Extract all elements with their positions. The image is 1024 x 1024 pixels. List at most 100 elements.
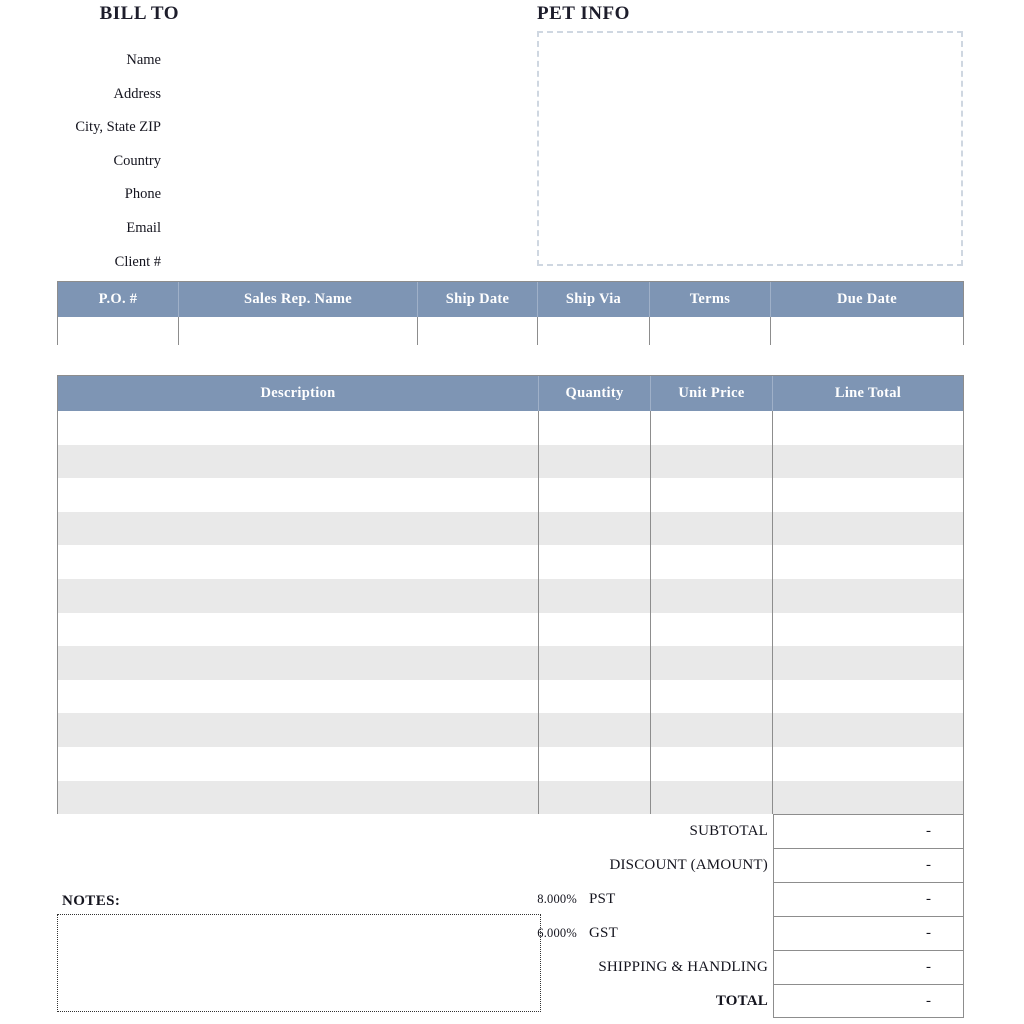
totals-rate-gst[interactable]: 6.000% (537, 926, 577, 941)
header-quantity: Quantity (539, 376, 651, 411)
pet-info-input[interactable] (537, 31, 963, 266)
cell-line-total[interactable] (773, 512, 963, 546)
cell-quantity[interactable] (539, 411, 651, 445)
cell-description[interactable] (58, 780, 539, 815)
header-sales-rep-name: Sales Rep. Name (179, 282, 418, 317)
bill-to-field-country: Country (113, 152, 161, 169)
table-row (58, 545, 963, 579)
cell-sales-rep-name[interactable] (179, 317, 418, 345)
notes-input[interactable] (57, 914, 541, 1012)
bill-to-field-email: Email (126, 219, 161, 236)
header-po-number: P.O. # (58, 282, 179, 317)
totals-value-pst[interactable]: - (773, 882, 964, 916)
header-line-total: Line Total (834, 385, 902, 401)
cell-quantity[interactable] (539, 545, 651, 579)
table-row (58, 511, 963, 546)
cell-due-date[interactable] (771, 317, 963, 345)
cell-line-total[interactable] (773, 545, 963, 579)
table-row (58, 679, 963, 714)
cell-unit-price[interactable] (651, 746, 773, 781)
cell-unit-price[interactable] (651, 478, 773, 512)
cell-description[interactable] (58, 612, 539, 647)
totals-rate-pst[interactable]: 8.000% (537, 892, 577, 907)
cell-unit-price[interactable] (651, 713, 773, 747)
line-items-table: Description Quantity Unit Price Line Tot… (57, 375, 964, 815)
cell-quantity[interactable] (539, 578, 651, 613)
totals-row-subtotal: SUBTOTAL - (537, 814, 964, 848)
cell-quantity[interactable] (539, 780, 651, 815)
bill-to-heading: BILL TO (99, 3, 179, 24)
cell-ship-via[interactable] (538, 317, 650, 345)
totals-row-shipping-handling: SHIPPING & HANDLING - (537, 950, 964, 984)
cell-line-total[interactable] (773, 411, 963, 445)
totals-value-total[interactable]: - (773, 984, 964, 1018)
table-row (58, 411, 963, 445)
totals-label-discount-amount: DISCOUNT (AMOUNT) (609, 856, 768, 873)
bill-to-field-client-number: Client # (114, 253, 161, 270)
bill-to-field-name: Name (126, 52, 161, 68)
cell-unit-price[interactable] (651, 511, 773, 546)
cell-quantity[interactable] (539, 679, 651, 714)
totals-value-shipping-handling[interactable]: - (773, 950, 964, 984)
cell-description[interactable] (58, 545, 539, 579)
table-row (58, 444, 963, 479)
cell-quantity[interactable] (539, 713, 651, 747)
cell-unit-price[interactable] (651, 780, 773, 815)
totals-label-total: TOTAL (715, 992, 768, 1009)
cell-line-total[interactable] (773, 747, 963, 781)
totals-value-subtotal[interactable]: - (773, 814, 964, 848)
cell-description[interactable] (58, 679, 539, 714)
cell-unit-price[interactable] (651, 444, 773, 479)
bill-to-field-list: Name Address City, State ZIP Country Pho… (0, 44, 161, 279)
cell-description[interactable] (58, 713, 539, 747)
cell-terms[interactable] (650, 317, 771, 345)
cell-description[interactable] (58, 578, 539, 613)
cell-po-number[interactable] (58, 317, 179, 345)
cell-line-total[interactable] (773, 613, 963, 647)
cell-quantity[interactable] (539, 746, 651, 781)
cell-description[interactable] (58, 444, 539, 479)
bill-to-field-phone: Phone (124, 186, 161, 203)
cell-description[interactable] (58, 511, 539, 546)
totals-label-shipping-handling: SHIPPING & HANDLING (598, 958, 768, 975)
totals-label-pst: PST 8.000% (537, 890, 616, 907)
cell-description[interactable] (58, 478, 539, 512)
totals-label-subtotal: SUBTOTAL (689, 822, 768, 839)
cell-unit-price[interactable] (651, 612, 773, 647)
totals-row-pst: PST 8.000% - (537, 882, 964, 916)
cell-unit-price[interactable] (651, 578, 773, 613)
cell-unit-price[interactable] (651, 679, 773, 714)
invoice-page: BILL TO Name Address City, State ZIP Cou… (0, 0, 1024, 1024)
cell-line-total[interactable] (773, 646, 963, 680)
cell-quantity[interactable] (539, 646, 651, 680)
cell-ship-date[interactable] (418, 317, 538, 345)
cell-line-total[interactable] (773, 680, 963, 714)
cell-description[interactable] (58, 646, 539, 680)
header-ship-via: Ship Via (538, 282, 650, 317)
cell-unit-price[interactable] (651, 411, 773, 445)
totals-value-discount-amount[interactable]: - (773, 848, 964, 882)
order-info-value-row (58, 317, 963, 345)
cell-description[interactable] (58, 746, 539, 781)
cell-line-total[interactable] (773, 445, 963, 479)
cell-quantity[interactable] (539, 444, 651, 479)
table-row (58, 578, 963, 613)
cell-unit-price[interactable] (651, 646, 773, 680)
table-row (58, 713, 963, 747)
cell-line-total[interactable] (773, 713, 963, 747)
cell-quantity[interactable] (539, 612, 651, 647)
totals-value-gst[interactable]: - (773, 916, 964, 950)
table-row (58, 646, 963, 680)
totals-row-discount-amount: DISCOUNT (AMOUNT) - (537, 848, 964, 882)
table-row (58, 746, 963, 781)
cell-quantity[interactable] (539, 511, 651, 546)
cell-line-total[interactable] (773, 781, 963, 815)
cell-line-total[interactable] (773, 478, 963, 512)
table-row (58, 780, 963, 815)
cell-quantity[interactable] (539, 478, 651, 512)
table-row (58, 612, 963, 647)
cell-unit-price[interactable] (651, 545, 773, 579)
cell-description[interactable] (58, 411, 539, 445)
order-info-header-row: P.O. # Sales Rep. Name Ship Date Ship Vi… (58, 282, 963, 317)
cell-line-total[interactable] (773, 579, 963, 613)
